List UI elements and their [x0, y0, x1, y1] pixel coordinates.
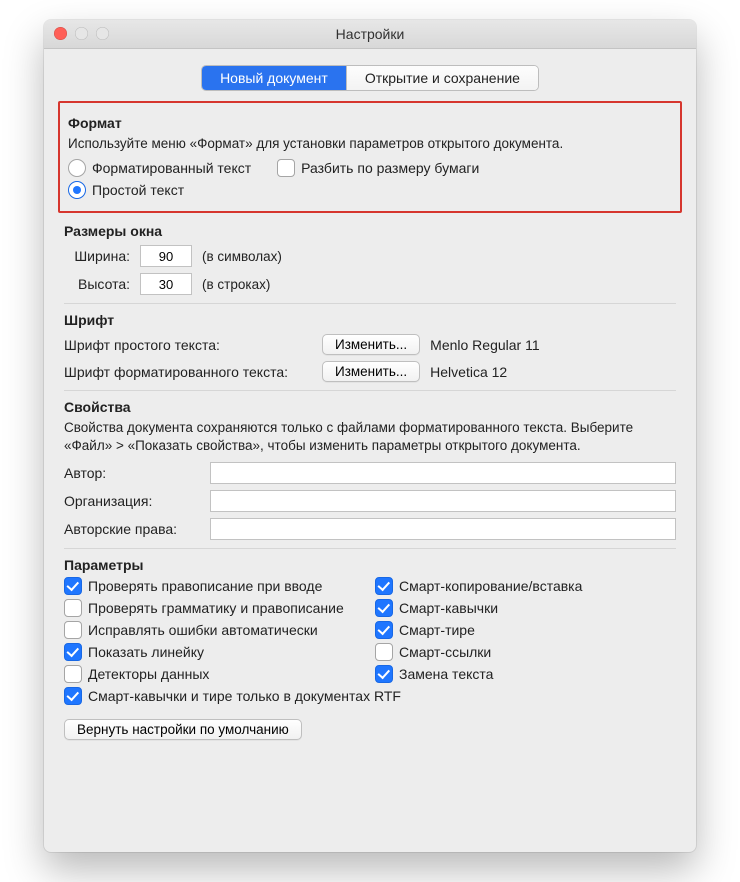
props-heading: Свойства — [64, 399, 676, 415]
radio-plain-text-label: Простой текст — [92, 182, 184, 198]
props-help: Свойства документа сохраняются только с … — [64, 419, 676, 455]
checkbox-grammar[interactable] — [64, 599, 82, 617]
close-icon[interactable] — [54, 27, 67, 40]
height-input[interactable] — [140, 273, 192, 295]
checkbox-text-replace[interactable] — [375, 665, 393, 683]
copyright-label: Авторские права: — [64, 521, 200, 537]
org-label: Организация: — [64, 493, 200, 509]
plain-font-label: Шрифт простого текста: — [64, 337, 312, 353]
checkbox-autocorrect[interactable] — [64, 621, 82, 639]
checkbox-data-detectors-label: Детекторы данных — [88, 666, 209, 682]
checkbox-smart-copy-label: Смарт-копирование/вставка — [399, 578, 582, 594]
checkbox-smart-links-label: Смарт-ссылки — [399, 644, 491, 660]
minimize-icon[interactable] — [75, 27, 88, 40]
checkbox-spellcheck[interactable] — [64, 577, 82, 595]
checkbox-smart-links[interactable] — [375, 643, 393, 661]
checkbox-data-detectors[interactable] — [64, 665, 82, 683]
titlebar: Настройки — [44, 20, 696, 49]
checkbox-wrap-to-page[interactable] — [277, 159, 295, 177]
width-input[interactable] — [140, 245, 192, 267]
author-label: Автор: — [64, 465, 200, 481]
checkbox-autocorrect-label: Исправлять ошибки автоматически — [88, 622, 318, 638]
tab-new-document[interactable]: Новый документ — [202, 66, 347, 90]
checkbox-spellcheck-label: Проверять правописание при вводе — [88, 578, 322, 594]
format-heading: Формат — [68, 115, 672, 131]
tabs: Новый документ Открытие и сохранение — [64, 65, 676, 91]
rich-font-label: Шрифт форматированного текста: — [64, 364, 312, 380]
radio-rich-text[interactable] — [68, 159, 86, 177]
window-body: Новый документ Открытие и сохранение Фор… — [44, 49, 696, 758]
checkbox-rtf-only[interactable] — [64, 687, 82, 705]
divider — [64, 303, 676, 304]
checkbox-text-replace-label: Замена текста — [399, 666, 493, 682]
preferences-window: Настройки Новый документ Открытие и сохр… — [44, 20, 696, 852]
rich-font-value: Helvetica 12 — [430, 364, 507, 380]
checkbox-smart-copy[interactable] — [375, 577, 393, 595]
tab-open-save[interactable]: Открытие и сохранение — [347, 66, 538, 90]
zoom-icon[interactable] — [96, 27, 109, 40]
format-section-highlight: Формат Используйте меню «Формат» для уст… — [58, 101, 682, 213]
checkbox-ruler[interactable] — [64, 643, 82, 661]
window-size-heading: Размеры окна — [64, 223, 676, 239]
params-grid: Проверять правописание при вводе Смарт-к… — [64, 577, 676, 705]
width-suffix: (в символах) — [202, 249, 282, 264]
height-suffix: (в строках) — [202, 277, 270, 292]
traffic-lights — [54, 27, 109, 40]
format-help: Используйте меню «Формат» для установки … — [68, 135, 672, 153]
tab-segmented-control: Новый документ Открытие и сохранение — [201, 65, 539, 91]
checkbox-grammar-label: Проверять грамматику и правописание — [88, 600, 344, 616]
width-label: Ширина: — [64, 248, 130, 264]
checkbox-ruler-label: Показать линейку — [88, 644, 204, 660]
checkbox-smart-dashes[interactable] — [375, 621, 393, 639]
change-plain-font-button[interactable]: Изменить... — [322, 334, 420, 355]
radio-rich-text-label: Форматированный текст — [92, 160, 251, 176]
divider — [64, 548, 676, 549]
checkbox-smart-quotes-label: Смарт-кавычки — [399, 600, 498, 616]
checkbox-wrap-to-page-label: Разбить по размеру бумаги — [301, 160, 479, 176]
org-input[interactable] — [210, 490, 676, 512]
plain-font-value: Menlo Regular 11 — [430, 337, 539, 353]
font-heading: Шрифт — [64, 312, 676, 328]
height-label: Высота: — [64, 276, 130, 292]
params-heading: Параметры — [64, 557, 676, 573]
radio-plain-text[interactable] — [68, 181, 86, 199]
checkbox-smart-dashes-label: Смарт-тире — [399, 622, 475, 638]
author-input[interactable] — [210, 462, 676, 484]
copyright-input[interactable] — [210, 518, 676, 540]
window-title: Настройки — [336, 26, 405, 42]
restore-defaults-button[interactable]: Вернуть настройки по умолчанию — [64, 719, 302, 740]
divider — [64, 390, 676, 391]
change-rich-font-button[interactable]: Изменить... — [322, 361, 420, 382]
checkbox-smart-quotes[interactable] — [375, 599, 393, 617]
checkbox-rtf-only-label: Смарт-кавычки и тире только в документах… — [88, 688, 401, 704]
